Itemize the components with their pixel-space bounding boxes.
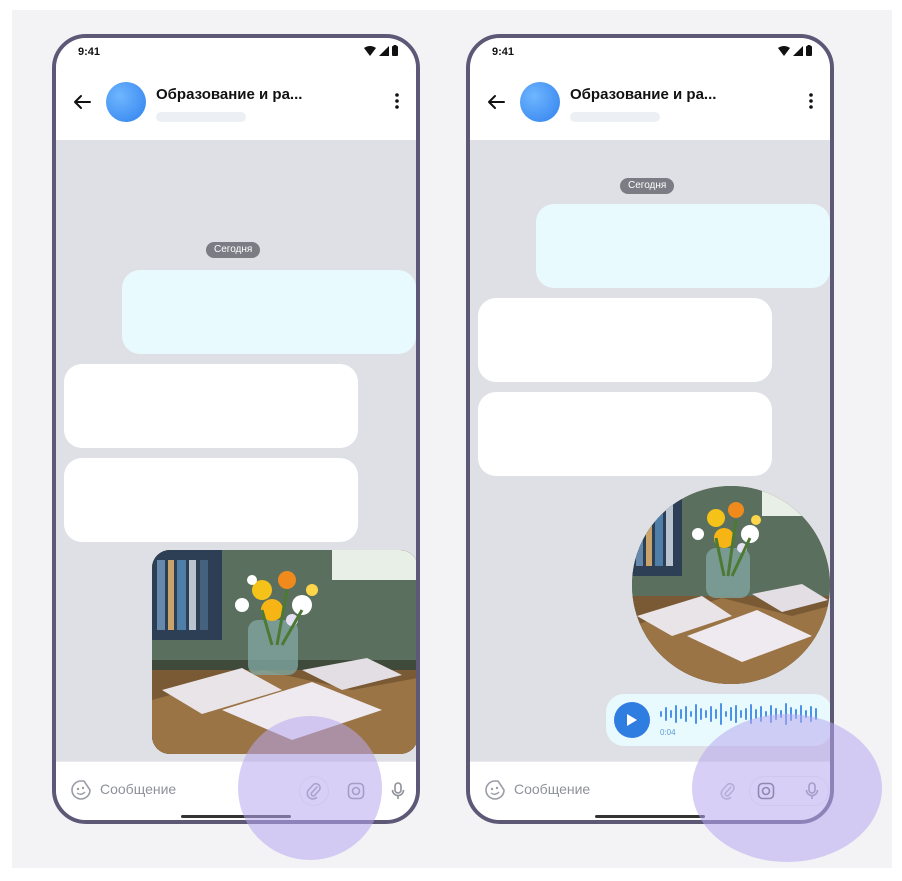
waveform-bar	[715, 709, 717, 719]
highlight-attach-button	[238, 716, 382, 860]
sticker-icon[interactable]	[484, 779, 506, 801]
video-note-message[interactable]	[632, 486, 830, 684]
date-separator: Сегодня	[206, 242, 261, 258]
outgoing-message[interactable]	[536, 204, 830, 288]
waveform-bar	[660, 711, 662, 717]
subtitle-placeholder	[570, 112, 660, 122]
message-input[interactable]: Сообщение	[514, 781, 590, 797]
signal-icon	[379, 45, 389, 56]
waveform-bar	[730, 707, 732, 721]
avatar[interactable]	[106, 82, 146, 122]
status-time: 9:41	[78, 46, 101, 58]
waveform-bar	[700, 708, 702, 720]
signal-icon	[793, 45, 803, 56]
wifi-icon	[778, 45, 790, 56]
waveform-bar	[695, 704, 697, 724]
wifi-icon	[364, 45, 376, 56]
mic-button[interactable]	[384, 777, 412, 805]
play-button[interactable]	[614, 702, 650, 738]
battery-icon	[806, 45, 812, 56]
chat-title[interactable]: Образование и ра...	[570, 86, 716, 103]
chat-title[interactable]: Образование и ра...	[156, 86, 302, 103]
message-input[interactable]: Сообщение	[100, 781, 176, 797]
waveform-bar	[720, 703, 722, 725]
phone-left: 9:41 Образование и ра... Сегодня Сообщен…	[52, 34, 420, 824]
waveform-bar	[740, 710, 742, 718]
status-bar: 9:41	[56, 38, 416, 68]
highlight-camera-mic-group	[692, 714, 882, 862]
date-separator: Сегодня	[620, 178, 675, 194]
waveform-bar	[725, 711, 727, 717]
status-bar: 9:41	[470, 38, 830, 68]
chat-header: Образование и ра...	[470, 68, 830, 140]
chat-area: Сегодня	[56, 140, 416, 762]
voice-duration: 0:04	[660, 728, 676, 737]
status-time: 9:41	[492, 46, 515, 58]
back-arrow-icon[interactable]	[70, 90, 94, 114]
avatar[interactable]	[520, 82, 560, 122]
waveform-bar	[690, 711, 692, 717]
system-icons	[778, 45, 812, 56]
chat-area: Сегодня	[470, 140, 830, 762]
waveform-bar	[675, 705, 677, 723]
chat-header: Образование и ра...	[56, 68, 416, 140]
waveform-bar	[665, 707, 667, 721]
battery-icon	[392, 45, 398, 56]
waveform-bar	[705, 710, 707, 718]
subtitle-placeholder	[156, 112, 246, 122]
waveform-bar	[685, 706, 687, 722]
home-indicator	[595, 815, 705, 818]
incoming-message[interactable]	[478, 392, 772, 476]
kebab-menu-icon[interactable]	[808, 90, 814, 112]
microphone-icon	[391, 782, 405, 799]
sticker-icon[interactable]	[70, 779, 92, 801]
play-icon	[627, 714, 637, 726]
incoming-message[interactable]	[64, 458, 358, 542]
incoming-message[interactable]	[478, 298, 772, 382]
system-icons	[364, 45, 398, 56]
outgoing-message[interactable]	[122, 270, 416, 354]
waveform-bar	[735, 705, 737, 723]
incoming-message[interactable]	[64, 364, 358, 448]
waveform-bar	[680, 709, 682, 719]
waveform-bar	[670, 710, 672, 718]
waveform-bar	[710, 706, 712, 722]
phone-right: 9:41 Образование и ра... Сегодня 0:04 Со…	[466, 34, 834, 824]
kebab-menu-icon[interactable]	[394, 90, 400, 112]
waveform-bar	[745, 708, 747, 720]
back-arrow-icon[interactable]	[484, 90, 508, 114]
flowers-photo	[632, 486, 830, 684]
